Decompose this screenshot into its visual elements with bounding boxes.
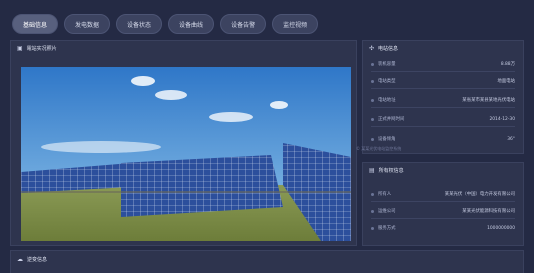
info-row: 电站类型 地面电站 xyxy=(371,76,515,86)
photo-panel: ▣ 電站实况照片 xyxy=(10,40,357,246)
watermark: © 某某光伏电站监控系统 xyxy=(356,146,402,151)
info-row: 设备倾角 36° xyxy=(371,134,515,144)
tab-bar: 基础信息 发电数据 设备状态 设备曲线 设备告警 监控视频 xyxy=(12,14,319,36)
image-icon: ▣ xyxy=(17,44,23,52)
photo-panel-title: 電站实况照片 xyxy=(26,45,57,52)
tab-device-alarm[interactable]: 设备告警 xyxy=(220,14,267,34)
inverter-info-title: 逆变信息 xyxy=(27,256,48,263)
owner-row: 服务方式 1000000000 xyxy=(371,223,515,233)
solar-panels-image xyxy=(21,67,351,241)
owner-info-panel: ▤ 所有权信息 所有人 某某光伏（中国）电力开发有限公司 运维公司 某某光伏能源科技… xyxy=(362,162,524,246)
info-row: 正式并网时间 2014-12-30 xyxy=(371,114,515,124)
inverter-info-panel: ☁ 逆变信息 xyxy=(10,250,524,273)
station-info-title: 电站信息 xyxy=(378,45,399,52)
tab-device-status[interactable]: 设备状态 xyxy=(116,14,163,34)
owner-info-header: ▤ 所有权信息 xyxy=(363,163,523,177)
owner-row: 所有人 某某光伏（中国）电力开发有限公司 xyxy=(371,189,515,199)
tab-generation-data[interactable]: 发电数据 xyxy=(64,14,111,34)
info-row: 装机容量 8.88万 xyxy=(371,59,515,69)
info-row: 电站地址 某省某市某县某地光伏电站 xyxy=(371,95,515,105)
tab-monitor-video[interactable]: 监控视频 xyxy=(272,14,319,34)
station-photo xyxy=(21,67,351,241)
tab-basic-info[interactable]: 基础信息 xyxy=(12,14,59,34)
photo-panel-header: ▣ 電站实况照片 xyxy=(11,41,356,55)
station-info-panel: ✣ 电站信息 装机容量 8.88万 电站类型 地面电站 电站地址 某省某市某县某地光伏… xyxy=(362,40,524,154)
owner-row: 运维公司 某某光伏能源科技有限公司 xyxy=(371,206,515,216)
station-info-header: ✣ 电站信息 xyxy=(363,41,523,55)
tab-device-curve[interactable]: 设备曲线 xyxy=(168,14,215,34)
inverter-info-header: ☁ 逆变信息 xyxy=(11,251,523,267)
owner-icon: ▤ xyxy=(369,166,375,174)
owner-info-title: 所有权信息 xyxy=(378,167,404,174)
cloud-icon: ☁ xyxy=(17,255,23,263)
station-icon: ✣ xyxy=(369,44,375,52)
